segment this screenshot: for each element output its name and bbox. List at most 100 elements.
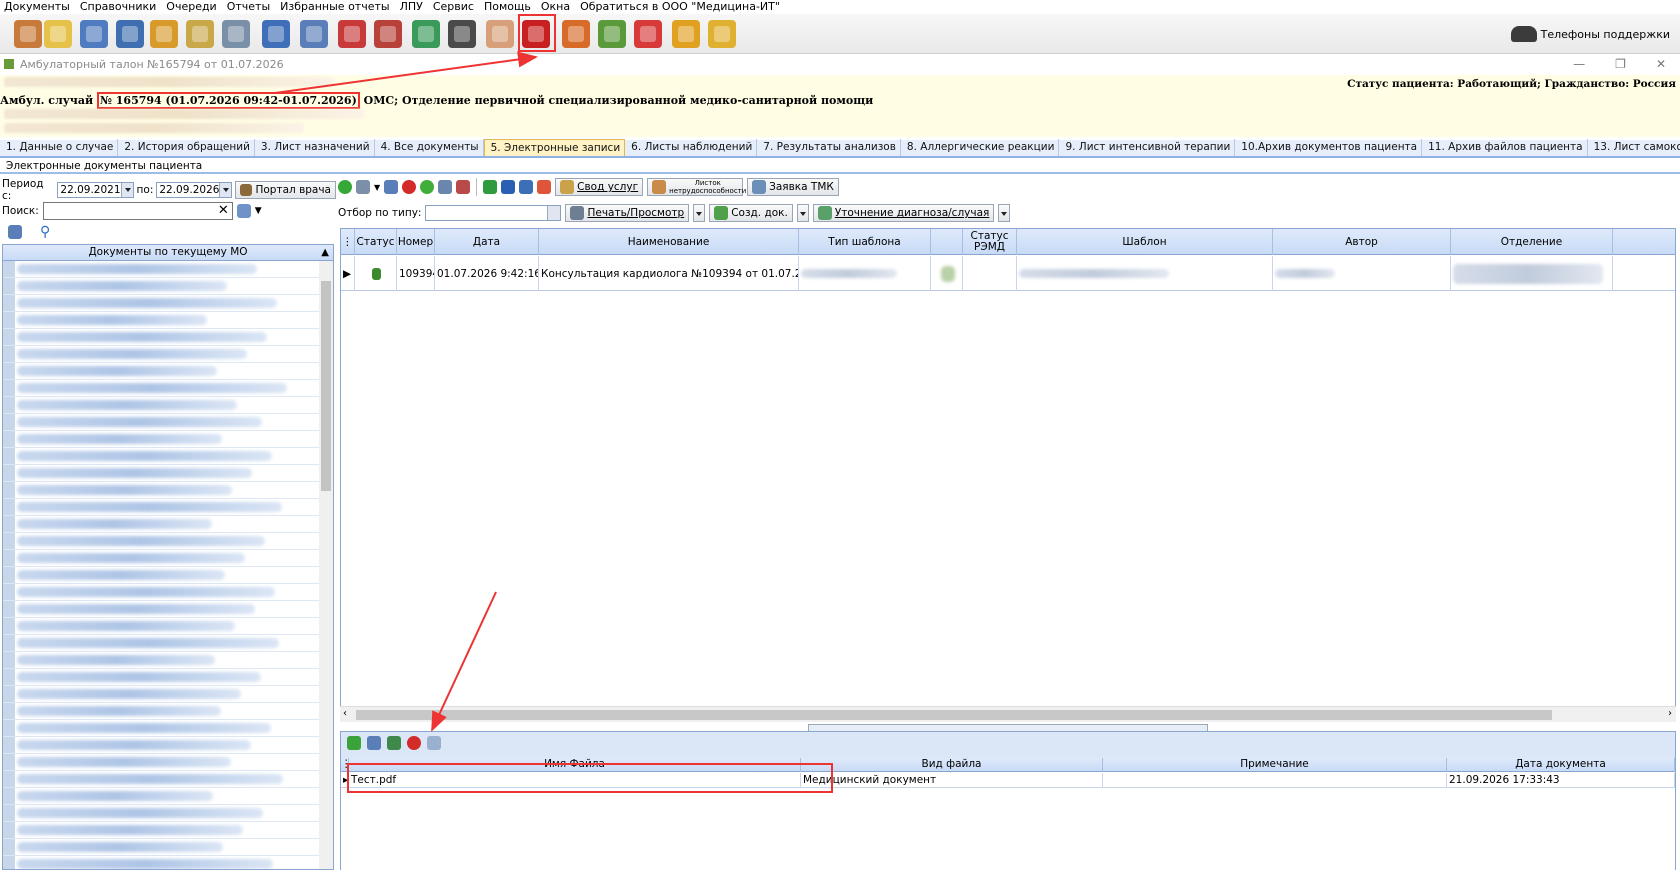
menu-item[interactable]: Сервис	[429, 0, 480, 14]
list-item[interactable]	[3, 618, 333, 635]
red-book-icon[interactable]	[522, 20, 550, 48]
copy-icon[interactable]	[236, 204, 251, 218]
minimize-button[interactable]: —	[1573, 57, 1585, 71]
documents-tree[interactable]: Документы по текущему МО ▲	[2, 244, 334, 870]
list-item[interactable]	[3, 669, 333, 686]
nurse-icon[interactable]	[486, 20, 514, 48]
edit-icon[interactable]	[384, 180, 399, 194]
tab-12[interactable]: 13. Лист самоконтроля	[1588, 139, 1680, 156]
folder-icon[interactable]	[598, 20, 626, 48]
menu-item[interactable]: Очереди	[162, 0, 222, 14]
tab-7[interactable]: 7. Результаты анализов	[757, 139, 901, 156]
list-item[interactable]	[3, 482, 333, 499]
books-icon[interactable]	[374, 20, 402, 48]
unsign-icon[interactable]	[456, 180, 471, 194]
list-item[interactable]	[3, 261, 333, 278]
registry-icon[interactable]	[80, 20, 108, 48]
column-header[interactable]: Наименование	[539, 229, 799, 255]
column-header[interactable]: Примечание	[1103, 758, 1447, 772]
list-item[interactable]	[3, 465, 333, 482]
clear-icon[interactable]: ✕	[218, 203, 229, 219]
tab-10[interactable]: 10.Архив документов пациента	[1235, 139, 1423, 156]
delete-file-icon[interactable]	[407, 736, 421, 750]
delete-icon[interactable]	[402, 180, 417, 194]
column-header[interactable]: Дата документа	[1447, 758, 1675, 772]
chevron-down-icon[interactable]	[219, 183, 232, 197]
medical-bag-icon[interactable]	[338, 20, 366, 48]
tab-1[interactable]: 1. Данные о случае	[0, 139, 119, 156]
filter-type-select[interactable]	[425, 205, 562, 221]
create-doc-dropdown[interactable]	[796, 204, 809, 222]
pdf-icon[interactable]	[537, 180, 552, 194]
tab-8[interactable]: 8. Аллергические реакции	[901, 139, 1060, 156]
list-item[interactable]	[3, 703, 333, 720]
list-item[interactable]	[3, 397, 333, 414]
menu-item[interactable]: Обратиться в ООО "Медицина-ИТ"	[576, 0, 786, 14]
list-item[interactable]	[3, 380, 333, 397]
close-button[interactable]: ✕	[1656, 57, 1666, 71]
chevron-down-icon[interactable]: ▼	[255, 206, 262, 216]
calendar-clock-icon[interactable]	[562, 20, 590, 48]
list-item[interactable]	[3, 652, 333, 669]
list-item[interactable]	[3, 635, 333, 652]
color-wheel-icon[interactable]	[412, 20, 440, 48]
tmk-request-button[interactable]: Заявка ТМК	[747, 178, 839, 196]
doctor-icon[interactable]	[14, 20, 42, 48]
period-from-date[interactable]: 22.09.2021	[57, 182, 134, 198]
list-item[interactable]	[3, 737, 333, 754]
column-header[interactable]: Автор	[1273, 229, 1451, 255]
list-item[interactable]	[3, 278, 333, 295]
copy-icon[interactable]	[356, 180, 370, 194]
list-item[interactable]	[3, 295, 333, 312]
tab-5[interactable]: 5. Электронные записи	[483, 139, 626, 156]
support-phones-button[interactable]: Телефоны поддержки	[1510, 26, 1670, 42]
column-header[interactable]: Тип шаблона	[799, 229, 931, 255]
list-item[interactable]	[3, 839, 333, 856]
excel-icon[interactable]	[483, 180, 498, 194]
notepad-icon[interactable]	[44, 20, 72, 48]
menu-item[interactable]: Справочники	[76, 0, 162, 14]
restore-button[interactable]: ❐	[1615, 57, 1626, 71]
tab-2[interactable]: 2. История обращений	[118, 139, 255, 156]
search-input[interactable]: ✕	[42, 202, 233, 220]
export-icon[interactable]	[519, 180, 534, 194]
chevron-down-icon[interactable]: ▼	[374, 183, 380, 192]
magnifier-icon[interactable]: ⚲	[40, 224, 50, 240]
list-item[interactable]	[3, 550, 333, 567]
print-button[interactable]: Печать/Просмотр	[565, 204, 690, 222]
search-card-icon[interactable]	[300, 20, 328, 48]
tab-3[interactable]: 3. Лист назначений	[255, 139, 375, 156]
column-chooser-icon[interactable]: ⋮	[341, 758, 352, 772]
vertical-scrollbar[interactable]	[319, 261, 333, 869]
add-icon[interactable]	[338, 180, 352, 194]
list-item[interactable]	[3, 788, 333, 805]
list-item[interactable]	[3, 567, 333, 584]
tab-6[interactable]: 6. Листы наблюдений	[625, 139, 758, 156]
portal-button[interactable]: Портал врача	[235, 181, 336, 199]
list-item[interactable]	[3, 771, 333, 788]
tab-9[interactable]: 9. Лист интенсивной терапии	[1059, 139, 1236, 156]
menu-item[interactable]: Окна	[537, 0, 576, 14]
list-item[interactable]	[3, 431, 333, 448]
column-header[interactable]	[931, 229, 963, 255]
chevron-up-icon[interactable]: ▲	[321, 245, 329, 260]
column-header[interactable]: Статус	[355, 229, 397, 255]
diagnosis-button[interactable]: Уточнение диагноза/случая	[812, 204, 995, 222]
svod-uslug-button[interactable]: Свод услуг	[555, 178, 644, 196]
tab-4[interactable]: 4. Все документы	[375, 139, 484, 156]
table-row[interactable]: ▶ 109394 01.07.2026 9:42:16 Консультация…	[341, 256, 1675, 291]
list-item[interactable]	[3, 584, 333, 601]
notes-icon[interactable]	[186, 20, 214, 48]
table-row[interactable]: ▸ Тест.pdf Медицинский документ 21.09.20…	[341, 773, 1675, 788]
list-item[interactable]	[3, 516, 333, 533]
flowers-icon[interactable]	[150, 20, 178, 48]
save-file-icon[interactable]	[387, 736, 401, 750]
list-item[interactable]	[3, 448, 333, 465]
syringe-icon[interactable]	[222, 20, 250, 48]
print-dropdown[interactable]	[693, 204, 706, 222]
list-item[interactable]	[3, 329, 333, 346]
list-item[interactable]	[3, 601, 333, 618]
create-doc-button[interactable]: Созд. док.	[709, 204, 793, 222]
list-item[interactable]	[3, 533, 333, 550]
list-item[interactable]	[3, 805, 333, 822]
